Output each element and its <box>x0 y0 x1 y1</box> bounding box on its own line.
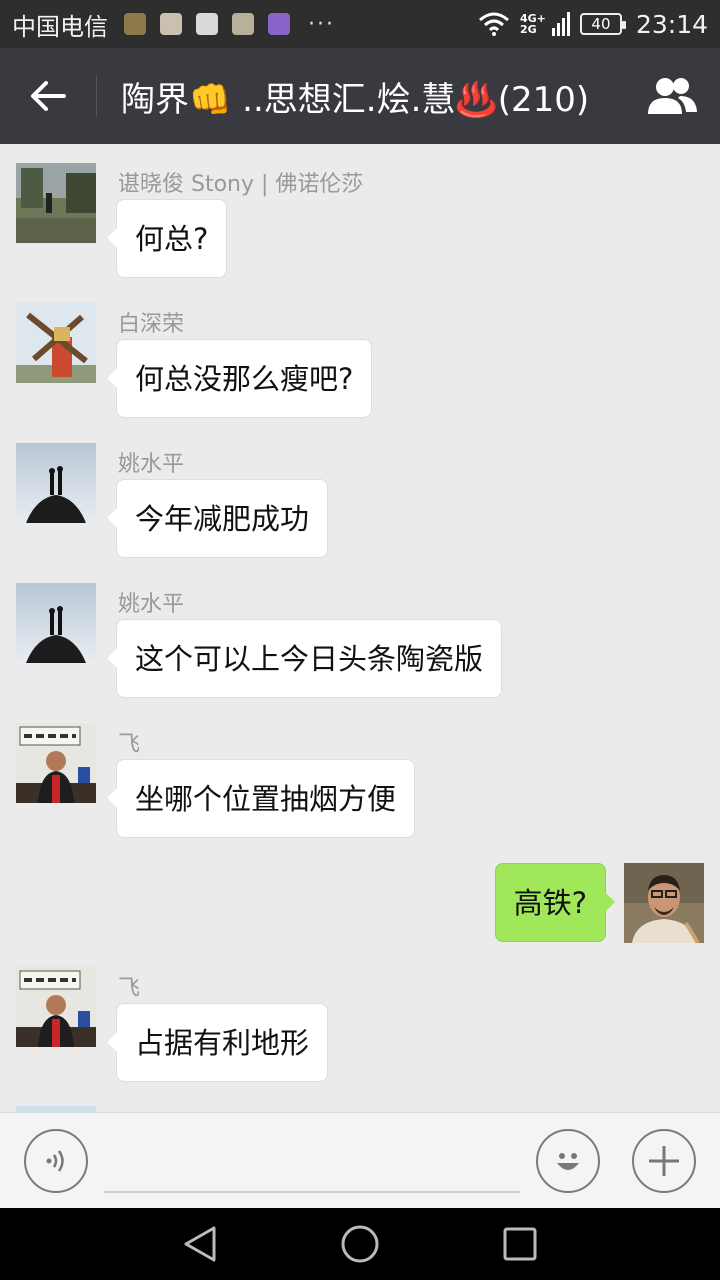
photo-app-icon <box>268 13 290 35</box>
group-members-icon <box>648 78 697 114</box>
message-bubble[interactable]: 占据有利地形 <box>106 1003 329 1082</box>
message-bubble[interactable]: 坐哪个位置抽烟方便 <box>106 759 416 838</box>
message-list[interactable]: 谌晓俊 Stony | 佛诺伦莎 何总? 白深荣 何总没那么瘦吧? 姚水平 今年… <box>0 144 720 1112</box>
map-pin-app-icon <box>196 13 218 35</box>
title-divider <box>96 76 97 116</box>
message-bubble[interactable]: 这个可以上今日头条陶瓷版 <box>106 619 503 698</box>
group-members-button[interactable] <box>624 48 720 144</box>
sender-name: 姚水平 <box>118 452 185 477</box>
chat-header: 陶界👊 ..思想汇.烩.慧♨️(210) <box>0 48 720 144</box>
emoji-icon <box>557 1153 579 1170</box>
emoji-button[interactable] <box>536 1129 600 1193</box>
avatar[interactable] <box>16 583 96 663</box>
system-nav-bar <box>0 1208 720 1280</box>
sender-name: 谌晓俊 Stony | 佛诺伦莎 <box>118 172 364 197</box>
sender-name: 白深荣 <box>118 312 185 337</box>
sender-name: 姚水平 <box>118 592 185 617</box>
carrier-label: 中国电信 <box>12 12 108 41</box>
voice-icon <box>46 1150 64 1172</box>
nav-back-icon <box>184 1226 216 1262</box>
status-bar: 中国电信 ··· 4G+ 2G 40 23:14 <box>0 0 720 48</box>
voice-input-button[interactable] <box>24 1129 88 1193</box>
avatar[interactable] <box>16 443 96 523</box>
nav-home-icon <box>341 1225 379 1263</box>
plus-icon <box>649 1146 679 1176</box>
more-notifications-icon: ··· <box>308 11 335 37</box>
message-bubble[interactable]: 高铁? <box>494 863 616 942</box>
back-button[interactable] <box>0 48 96 144</box>
battery-indicator: 40 <box>579 13 626 35</box>
message-bubble[interactable]: 何总没那么瘦吧? <box>106 339 373 418</box>
avatar[interactable] <box>16 303 96 383</box>
network-type-label: 4G+ 2G <box>519 12 546 36</box>
nav-recents-button[interactable] <box>498 1222 542 1266</box>
nav-home-button[interactable] <box>338 1222 382 1266</box>
sender-name: 飞 <box>118 976 141 1001</box>
wallet-app-icon <box>124 13 146 35</box>
back-arrow-icon <box>31 81 66 111</box>
chat-title: 陶界👊 ..思想汇.烩.慧♨️(210) <box>121 79 590 120</box>
avatar[interactable] <box>16 967 96 1047</box>
nav-recents-icon <box>503 1227 537 1261</box>
sender-name: 飞 <box>118 732 141 757</box>
avatar[interactable] <box>16 163 96 243</box>
nav-back-button[interactable] <box>178 1222 222 1266</box>
message-input[interactable] <box>104 1131 520 1193</box>
more-actions-button[interactable] <box>632 1129 696 1193</box>
my-avatar[interactable] <box>624 863 704 943</box>
avatar[interactable] <box>16 723 96 803</box>
huawei-app-icon <box>160 13 182 35</box>
gallery-app-icon <box>232 13 254 35</box>
signal-icon <box>551 12 570 36</box>
message-bubble[interactable]: 何总? <box>106 199 228 278</box>
notification-icons: ··· <box>124 12 335 37</box>
wifi-icon <box>478 12 509 36</box>
input-bar <box>0 1112 720 1208</box>
message-bubble[interactable]: 今年减肥成功 <box>106 479 329 558</box>
clock-label: 23:14 <box>635 9 708 39</box>
